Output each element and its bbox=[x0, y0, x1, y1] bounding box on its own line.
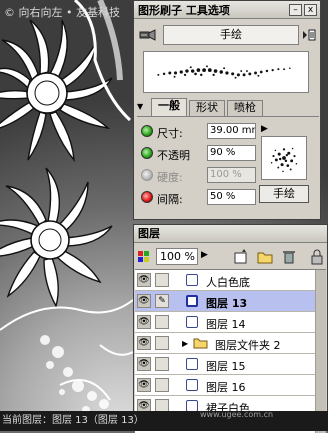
eye-icon[interactable]: 👁 bbox=[137, 357, 151, 371]
delete-layer-icon[interactable] bbox=[280, 248, 298, 266]
layers-list: 👁 人白色底 👁 ✎ 图层 13 👁 图层 14 👁 ▶ 图层文件夹 2 👁 图… bbox=[135, 269, 326, 433]
layer-lock-toggle[interactable] bbox=[155, 336, 169, 350]
tab-airbrush[interactable]: 喷枪 bbox=[227, 100, 263, 116]
layer-lock-toggle[interactable] bbox=[155, 378, 169, 392]
panel-menu-icon[interactable] bbox=[302, 28, 316, 42]
layer-row[interactable]: 👁 图层 14 bbox=[135, 312, 326, 333]
opacity-arrow-icon[interactable]: ▶ bbox=[201, 250, 208, 260]
brush-tabs: ▼ 一般 形状 喷枪 bbox=[137, 98, 319, 116]
eye-icon[interactable]: 👁 bbox=[137, 315, 151, 329]
new-layer-icon[interactable] bbox=[232, 248, 250, 266]
layers-scrollbar[interactable] bbox=[315, 270, 326, 433]
brush-indicator-icon[interactable]: ✎ bbox=[155, 294, 169, 308]
watermark-text: © 向右向左 • 友基科技 bbox=[4, 6, 120, 19]
size-label: 尺寸: bbox=[157, 127, 183, 140]
eye-icon[interactable]: 👁 bbox=[137, 273, 151, 287]
eye-icon[interactable]: 👁 bbox=[137, 378, 151, 392]
stroke-preview bbox=[143, 51, 309, 93]
layer-lock-toggle[interactable] bbox=[155, 273, 169, 287]
close-button[interactable]: x bbox=[304, 3, 317, 16]
layer-name: 图层 14 bbox=[206, 318, 246, 331]
folder-row[interactable]: 👁 ▶ 图层文件夹 2 bbox=[135, 333, 326, 354]
layers-panel: 图层 100 % ▶ 👁 人白色底 👁 ✎ 图层 13 👁 图层 14 👁 ▶ … bbox=[133, 224, 328, 433]
layer-row[interactable]: 👁 图层 15 bbox=[135, 354, 326, 375]
brush-panel-titlebar[interactable]: 图形刷子 工具选项 – x bbox=[134, 1, 320, 19]
brush-panel-title: 图形刷子 工具选项 bbox=[138, 3, 230, 17]
expand-folder-icon[interactable]: ▶ bbox=[182, 339, 188, 348]
collapse-arrow-icon[interactable]: ▼ bbox=[137, 102, 143, 111]
tab-shape[interactable]: 形状 bbox=[189, 100, 225, 116]
blend-mode-icon[interactable] bbox=[137, 250, 151, 264]
eye-icon[interactable]: 👁 bbox=[137, 294, 151, 308]
prop-spacing-row: 间隔: 50 % ▶ bbox=[141, 189, 268, 207]
minimize-button[interactable]: – bbox=[289, 3, 302, 16]
opacity-input[interactable]: 90 % bbox=[207, 145, 256, 161]
layer-lock-toggle[interactable] bbox=[155, 315, 169, 329]
layer-opacity-input[interactable]: 100 % bbox=[156, 248, 198, 265]
layer-lock-toggle[interactable] bbox=[155, 357, 169, 371]
status-bar: 当前图层：图层 13（图层 13） bbox=[0, 411, 328, 431]
eye-icon[interactable]: 👁 bbox=[137, 336, 151, 350]
brush-preset-select[interactable]: 手绘 bbox=[163, 25, 299, 45]
size-input[interactable]: 39.00 mm bbox=[207, 123, 256, 139]
folder-icon bbox=[193, 338, 208, 349]
spacing-pressure-toggle-icon[interactable] bbox=[141, 191, 153, 203]
tab-general[interactable]: 一般 bbox=[151, 98, 187, 116]
spacing-input[interactable]: 50 % bbox=[207, 189, 256, 205]
hardness-pressure-toggle-icon bbox=[141, 169, 153, 181]
new-folder-icon[interactable] bbox=[256, 248, 274, 266]
size-slider-arrow-icon[interactable]: ▶ bbox=[261, 124, 268, 134]
layers-panel-title[interactable]: 图层 bbox=[134, 225, 327, 243]
layer-name: 图层 16 bbox=[206, 381, 246, 394]
folder-name: 图层文件夹 2 bbox=[215, 339, 281, 352]
layer-row-selected[interactable]: 👁 ✎ 图层 13 bbox=[135, 291, 326, 312]
layer-row[interactable]: 👁 图层 16 bbox=[135, 375, 326, 396]
layer-row[interactable]: 👁 人白色底 bbox=[135, 270, 326, 291]
opacity-label: 不透明 bbox=[157, 149, 190, 162]
site-watermark: www.ugee.com.cn bbox=[200, 410, 274, 419]
layer-thumbnail bbox=[186, 316, 198, 328]
layers-toolbar: 100 % ▶ bbox=[136, 247, 326, 267]
opacity-pressure-toggle-icon[interactable] bbox=[141, 147, 153, 159]
brush-preview-button[interactable]: 手绘 bbox=[259, 185, 309, 203]
hardness-label: 硬度: bbox=[157, 171, 183, 184]
prop-opacity-row: 不透明 90 % ▶ bbox=[141, 145, 268, 163]
prop-hardness-row: 硬度: 100 % ▶ bbox=[141, 167, 268, 185]
layer-thumbnail bbox=[186, 295, 198, 307]
layer-thumbnail bbox=[186, 274, 198, 286]
layer-name: 图层 15 bbox=[206, 360, 246, 373]
lock-layer-icon[interactable] bbox=[308, 248, 326, 266]
layer-name: 图层 13 bbox=[206, 297, 248, 310]
prop-size-row: 尺寸: 39.00 mm ▶ bbox=[141, 123, 268, 141]
brush-icon[interactable] bbox=[139, 27, 157, 43]
layer-name: 人白色底 bbox=[206, 276, 250, 289]
hardness-input: 100 % bbox=[207, 167, 256, 183]
layer-thumbnail bbox=[186, 358, 198, 370]
spacing-label: 间隔: bbox=[157, 193, 183, 206]
layer-thumbnail bbox=[186, 379, 198, 391]
size-pressure-toggle-icon[interactable] bbox=[141, 125, 153, 137]
brush-tip-preview bbox=[261, 136, 307, 180]
